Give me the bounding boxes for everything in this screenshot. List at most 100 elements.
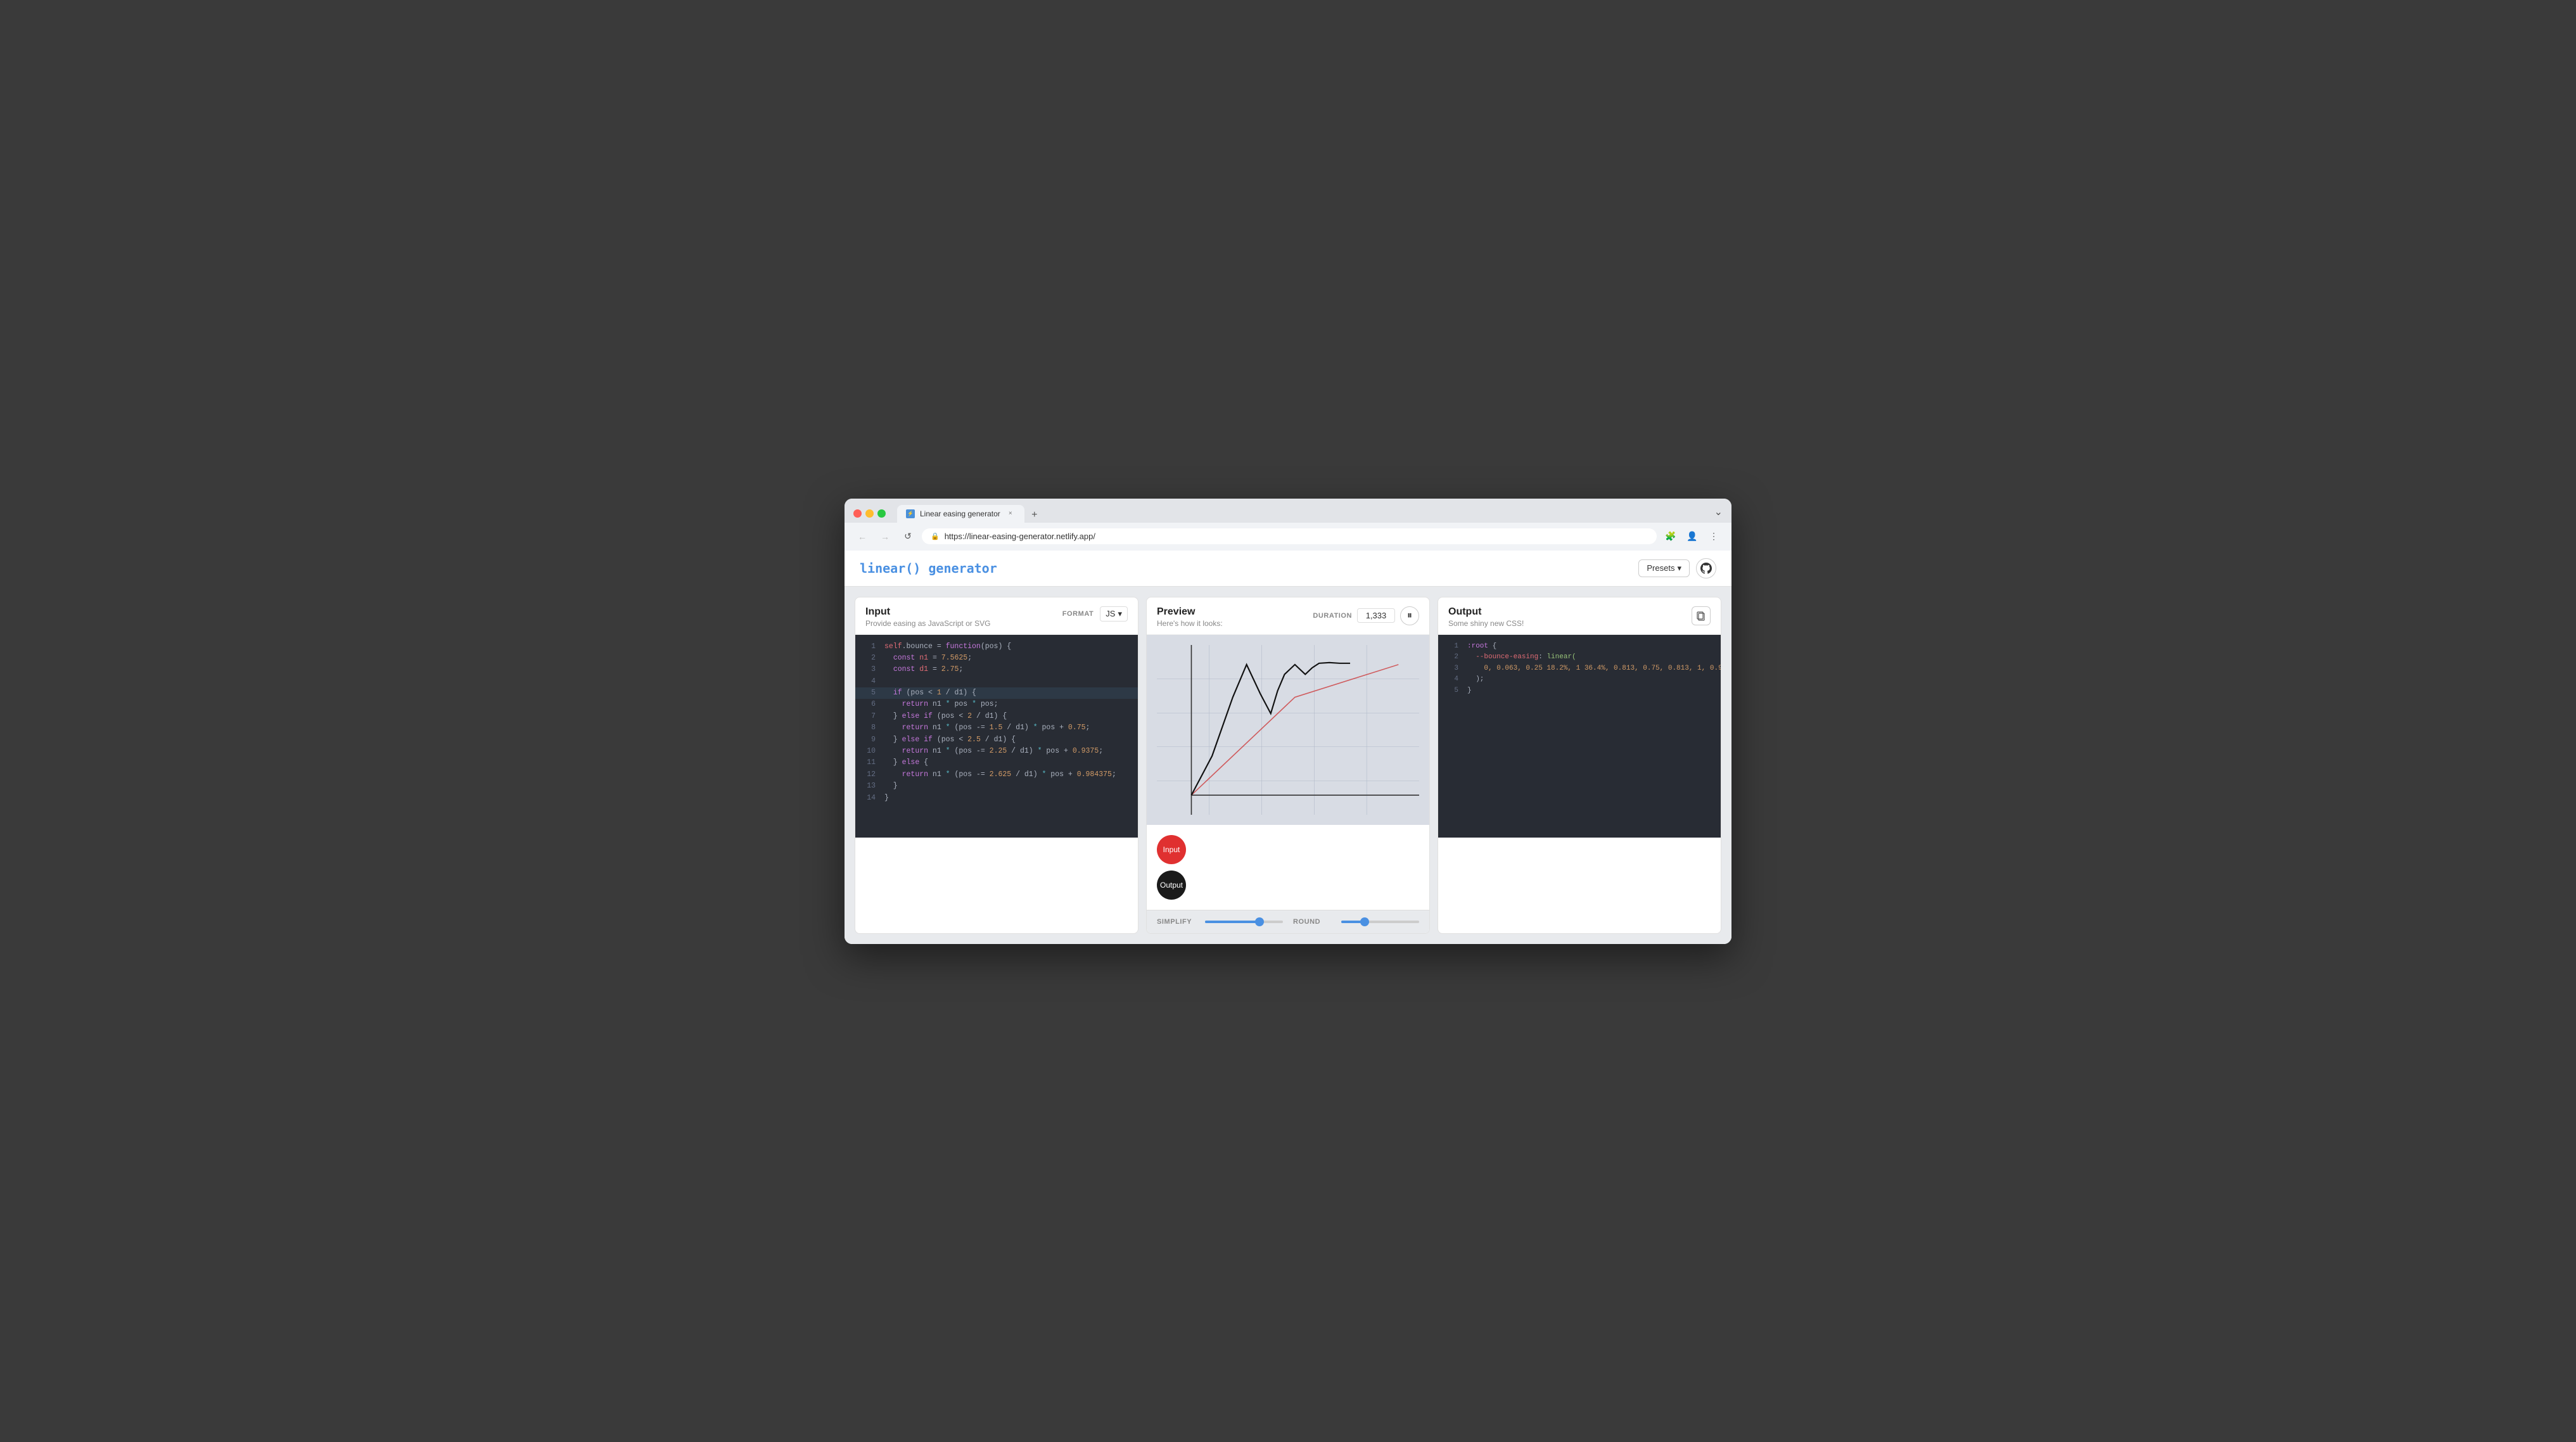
format-value: JS — [1106, 609, 1115, 618]
preview-panel-title: Preview — [1157, 606, 1223, 618]
code-line-4: 4 — [855, 676, 1138, 687]
minimize-button[interactable] — [865, 509, 874, 518]
input-panel-actions: FORMAT JS ▾ — [1062, 606, 1128, 622]
code-line-14: 14 } — [855, 793, 1138, 804]
active-tab[interactable]: ⚡ Linear easing generator × — [897, 505, 1024, 523]
input-ball-label: Input — [1163, 845, 1180, 854]
code-line-1: 1 self.bounce = function(pos) { — [855, 641, 1138, 653]
pause-icon: ⏸ — [1407, 610, 1412, 622]
tab-bar: ⚡ Linear easing generator × + — [897, 505, 1708, 523]
new-tab-button[interactable]: + — [1027, 507, 1042, 523]
output-line-1: 1 :root { — [1438, 641, 1721, 653]
duration-control: DURATION ⏸ — [1313, 606, 1419, 625]
url-text: https://linear-easing-generator.netlify.… — [945, 532, 1095, 541]
tab-favicon: ⚡ — [906, 509, 915, 518]
tab-title: Linear easing generator — [920, 509, 1000, 518]
app-content: linear() generator Presets ▾ Inp — [845, 551, 1731, 944]
copy-icon — [1696, 611, 1706, 621]
address-bar[interactable]: 🔒 https://linear-easing-generator.netlif… — [922, 528, 1657, 544]
input-ball-container: Input — [1157, 835, 1419, 864]
code-line-9: 9 } else if (pos < 2.5 / d1) { — [855, 734, 1138, 746]
code-line-5: 5 if (pos < 1 / d1) { — [855, 687, 1138, 699]
play-pause-button[interactable]: ⏸ — [1400, 606, 1419, 625]
output-panel: Output Some shiny new CSS! 1 :root { — [1438, 597, 1721, 934]
code-line-12: 12 return n1 * (pos -= 2.625 / d1) * pos… — [855, 769, 1138, 781]
format-select[interactable]: JS ▾ — [1100, 606, 1128, 622]
input-panel-subtitle: Provide easing as JavaScript or SVG — [865, 619, 990, 628]
chart-area — [1147, 635, 1429, 825]
traffic-lights — [853, 509, 886, 518]
input-panel-title-group: Input Provide easing as JavaScript or SV… — [865, 606, 990, 628]
close-button[interactable] — [853, 509, 862, 518]
output-panel-subtitle: Some shiny new CSS! — [1448, 619, 1524, 628]
simplify-row: SIMPLIFY ROUND — [1157, 918, 1419, 926]
output-ball-label: Output — [1160, 881, 1183, 890]
output-line-3: 3 0, 0.063, 0.25 18.2%, 1 36.4%, 0.813, … — [1438, 663, 1721, 675]
menu-button[interactable]: ⋮ — [1705, 528, 1723, 546]
security-icon: 🔒 — [931, 532, 940, 540]
round-track — [1341, 921, 1419, 923]
preview-panel-subtitle: Here's how it looks: — [1157, 619, 1223, 628]
panels: Input Provide easing as JavaScript or SV… — [845, 587, 1731, 944]
input-panel-title: Input — [865, 606, 990, 618]
reload-button[interactable]: ↺ — [899, 528, 917, 546]
output-line-4: 4 ); — [1438, 674, 1721, 686]
app-logo: linear() generator — [860, 561, 997, 576]
profile-button[interactable]: 👤 — [1683, 528, 1701, 546]
simplify-track — [1205, 921, 1283, 923]
simplify-fill — [1205, 921, 1259, 923]
browser-window: ⚡ Linear easing generator × + ⌄ ← → ↺ 🔒 … — [845, 499, 1731, 944]
code-line-7: 7 } else if (pos < 2 / d1) { — [855, 711, 1138, 722]
github-button[interactable] — [1696, 558, 1716, 578]
slider-section: SIMPLIFY ROUND — [1147, 910, 1429, 933]
output-panel-title: Output — [1448, 606, 1524, 618]
github-icon — [1700, 563, 1712, 574]
tab-close-button[interactable]: × — [1005, 509, 1016, 519]
input-ball[interactable]: Input — [1157, 835, 1186, 864]
output-line-2: 2 --bounce-easing: linear( — [1438, 652, 1721, 663]
round-thumb[interactable] — [1360, 917, 1369, 926]
output-panel-header: Output Some shiny new CSS! — [1438, 597, 1721, 635]
code-line-10: 10 return n1 * (pos -= 2.25 / d1) * pos … — [855, 746, 1138, 757]
input-panel: Input Provide easing as JavaScript or SV… — [855, 597, 1138, 934]
output-title-group: Output Some shiny new CSS! — [1448, 606, 1524, 628]
presets-button[interactable]: Presets ▾ — [1638, 559, 1690, 577]
forward-button[interactable]: → — [876, 528, 894, 546]
format-label: FORMAT — [1062, 610, 1094, 618]
output-ball-container: Output — [1157, 871, 1419, 900]
output-line-5: 5 } — [1438, 686, 1721, 697]
copy-button[interactable] — [1692, 606, 1711, 625]
animation-demo: Input Output — [1147, 825, 1429, 910]
code-line-11: 11 } else { — [855, 757, 1138, 769]
window-expand-button[interactable]: ⌄ — [1714, 506, 1723, 522]
input-panel-header: Input Provide easing as JavaScript or SV… — [855, 597, 1138, 635]
simplify-label: SIMPLIFY — [1157, 918, 1195, 926]
app-header-actions: Presets ▾ — [1638, 558, 1716, 578]
code-line-8: 8 return n1 * (pos -= 1.5 / d1) * pos + … — [855, 722, 1138, 734]
preview-title-group: Preview Here's how it looks: — [1157, 606, 1223, 628]
code-line-3: 3 const d1 = 2.75; — [855, 664, 1138, 675]
round-label: ROUND — [1293, 918, 1331, 926]
output-ball[interactable]: Output — [1157, 871, 1186, 900]
back-button[interactable]: ← — [853, 528, 871, 546]
code-line-13: 13 } — [855, 781, 1138, 792]
duration-input[interactable] — [1357, 608, 1395, 623]
code-editor[interactable]: 1 self.bounce = function(pos) { 2 const … — [855, 635, 1138, 838]
code-line-6: 6 return n1 * pos * pos; — [855, 699, 1138, 710]
duration-label: DURATION — [1313, 612, 1352, 620]
maximize-button[interactable] — [877, 509, 886, 518]
easing-chart — [1157, 645, 1419, 815]
chevron-down-icon: ▾ — [1677, 563, 1681, 573]
preview-panel: Preview Here's how it looks: DURATION ⏸ — [1146, 597, 1430, 934]
app-header: linear() generator Presets ▾ — [845, 551, 1731, 587]
output-code: 1 :root { 2 --bounce-easing: linear( 3 0… — [1438, 635, 1721, 838]
titlebar: ⚡ Linear easing generator × + ⌄ — [845, 499, 1731, 523]
simplify-thumb[interactable] — [1255, 917, 1264, 926]
extensions-button[interactable]: 🧩 — [1662, 528, 1680, 546]
code-line-2: 2 const n1 = 7.5625; — [855, 653, 1138, 664]
format-chevron-icon: ▾ — [1118, 609, 1122, 619]
preview-panel-header: Preview Here's how it looks: DURATION ⏸ — [1147, 597, 1429, 635]
nav-actions: 🧩 👤 ⋮ — [1662, 528, 1723, 546]
navbar: ← → ↺ 🔒 https://linear-easing-generator.… — [845, 523, 1731, 551]
presets-label: Presets — [1647, 563, 1674, 573]
